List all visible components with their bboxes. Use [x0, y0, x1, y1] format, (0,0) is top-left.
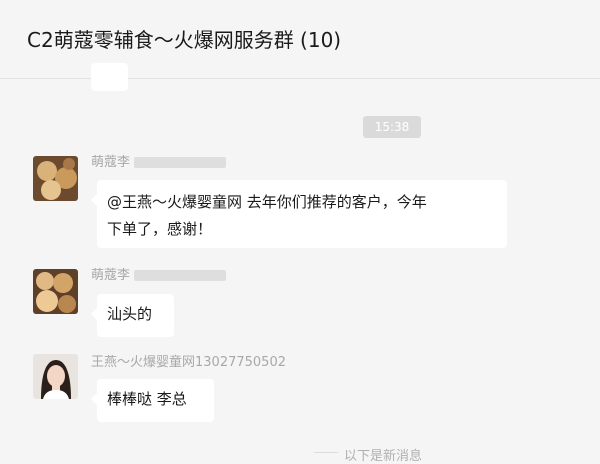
timestamp-pill: 15:38: [363, 116, 421, 138]
new-messages-label: 以下是新消息: [344, 449, 423, 464]
food-avatar-icon: [33, 269, 78, 314]
previous-message-bubble[interactable]: [91, 63, 128, 91]
redacted-phone: [134, 157, 227, 168]
avatar[interactable]: [33, 269, 78, 314]
food-avatar-icon: [33, 156, 78, 201]
message-bubble[interactable]: 棒棒哒 李总: [91, 379, 214, 422]
message-text: 汕头的: [107, 305, 153, 323]
redacted-phone: [134, 270, 227, 281]
message-text-line: @王燕～火爆婴童网 去年你们推荐的客户，今年: [107, 193, 427, 211]
message-text: 棒棒哒 李总: [107, 390, 187, 408]
chat-title[interactable]: C2萌蔻零辅食～火爆网服务群 (10): [27, 24, 341, 53]
message-bubble[interactable]: 汕头的: [91, 294, 174, 337]
message-area[interactable]: 15:38 萌蔻李 @王燕～火爆婴童网 去年你们推荐的客户，今年 下单了，感谢！…: [0, 63, 600, 464]
chat-header: C2萌蔻零辅食～火爆网服务群 (10): [0, 0, 600, 79]
new-messages-divider: 以下是新消息: [0, 441, 600, 464]
divider-line: [314, 452, 338, 453]
avatar[interactable]: [33, 156, 78, 201]
avatar[interactable]: [33, 354, 78, 399]
sender-name: 萌蔻李: [91, 151, 227, 170]
sender-name: 萌蔻李: [91, 264, 227, 283]
message-bubble[interactable]: @王燕～火爆婴童网 去年你们推荐的客户，今年 下单了，感谢！: [91, 180, 507, 248]
woman-avatar-icon: [33, 354, 78, 399]
sender-name: 王燕～火爆婴童网13027750502: [91, 355, 286, 370]
message-text-line: 下单了，感谢！: [107, 220, 213, 238]
